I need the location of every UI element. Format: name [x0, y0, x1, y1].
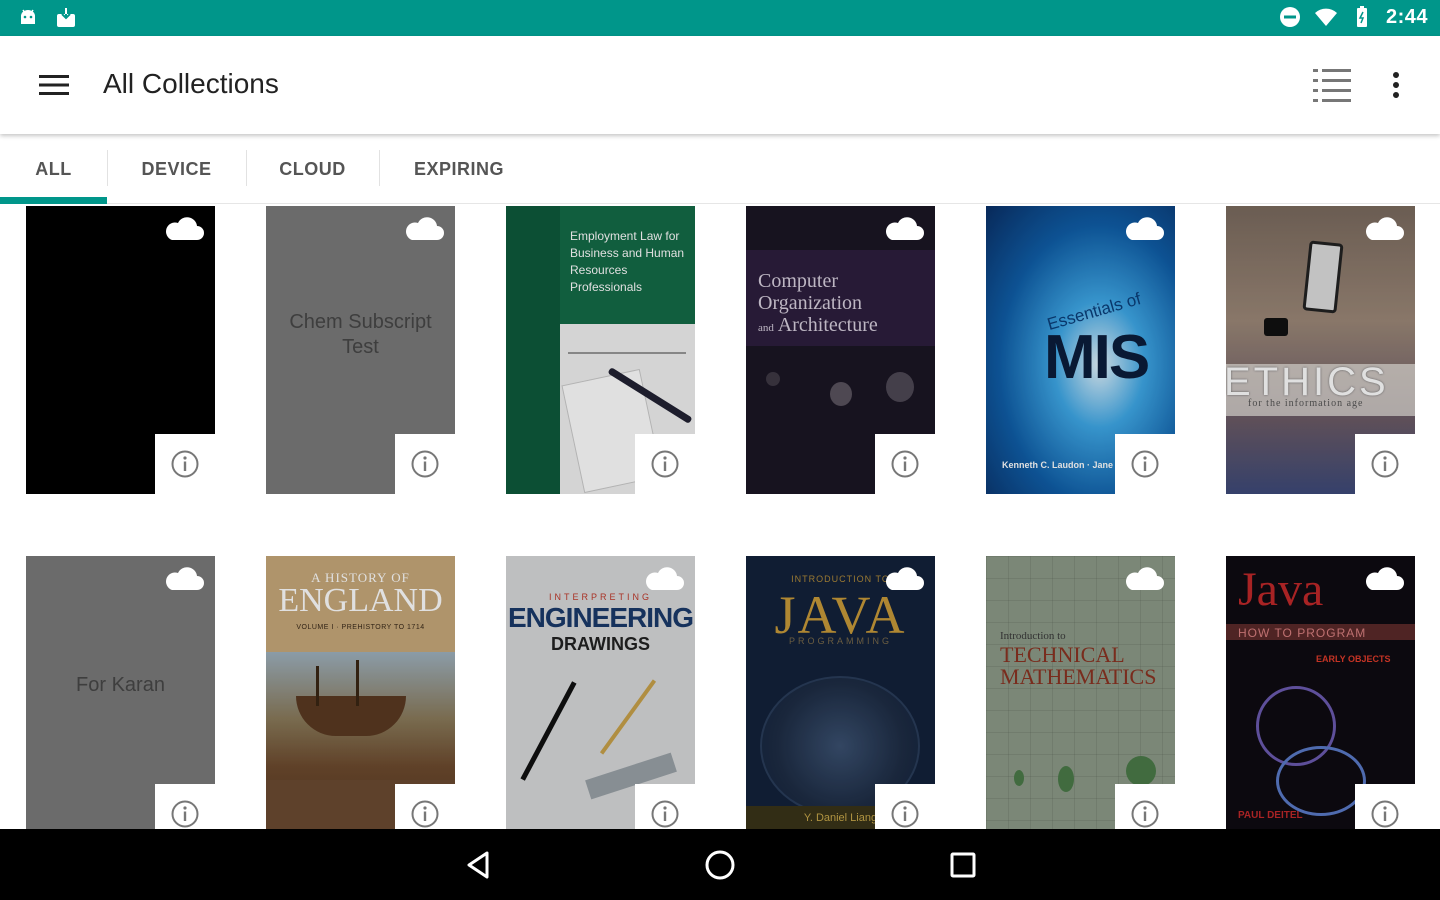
cover-edition: EARLY OBJECTS [1316, 654, 1391, 664]
cover-author: PAUL DEITEL [1238, 810, 1303, 821]
cover-subtitle: DRAWINGS [551, 634, 650, 654]
cloud-icon [1365, 567, 1404, 590]
book-info-button[interactable] [875, 784, 935, 829]
info-icon [411, 450, 439, 478]
status-time: 2:44 [1385, 5, 1428, 28]
book-info-button[interactable] [1355, 784, 1415, 829]
book-info-button[interactable] [1115, 784, 1175, 829]
book-card[interactable]: Introduction to TECHNICAL MATHEMATICS [986, 556, 1175, 829]
book-info-button[interactable] [875, 434, 935, 494]
cover-title-line: MATHEMATICS [1000, 664, 1157, 689]
info-icon [891, 450, 919, 478]
tab-device[interactable]: DEVICE [107, 134, 246, 204]
book-card[interactable] [26, 206, 215, 494]
book-card[interactable]: Chem Subscript Test [266, 206, 455, 494]
recents-icon [950, 852, 976, 878]
info-icon [1131, 800, 1159, 828]
info-icon [171, 450, 199, 478]
do-not-disturb-icon [1279, 7, 1300, 27]
info-icon [1371, 800, 1399, 828]
book-card[interactable]: ETHICS for the information age [1226, 206, 1415, 494]
book-card[interactable]: For Karan [26, 556, 215, 829]
book-info-button[interactable] [635, 784, 695, 829]
cover-title: ENGLAND [278, 582, 443, 619]
cover-title-line: Architecture [777, 314, 878, 336]
cloud-icon [1365, 217, 1404, 240]
info-icon [651, 450, 679, 478]
app-bar: All Collections [0, 36, 1440, 134]
cloud-icon [885, 567, 924, 590]
recents-button[interactable] [939, 841, 987, 889]
cloud-icon [1125, 567, 1164, 590]
book-card[interactable]: Computer Organization and Architecture [746, 206, 935, 494]
book-info-button[interactable] [395, 784, 455, 829]
info-icon [1371, 450, 1399, 478]
book-card[interactable]: A HISTORY OF ENGLAND VOLUME I · PREHISTO… [266, 556, 455, 829]
navigation-bar [0, 829, 1440, 900]
book-info-button[interactable] [395, 434, 455, 494]
book-card[interactable]: INTERPRETING ENGINEERING DRAWINGS [506, 556, 695, 829]
book-card[interactable]: Java HOW TO PROGRAM EARLY OBJECTS PAUL D… [1226, 556, 1415, 829]
cover-subtitle: for the information age [1248, 398, 1364, 409]
cover-subtitle: PROGRAMMING [788, 636, 892, 646]
android-icon [21, 9, 35, 24]
cloud-icon [1125, 217, 1164, 240]
book-info-button[interactable] [155, 434, 215, 494]
cloud-icon [405, 217, 444, 240]
book-card[interactable]: Employment Law for Business and Human Re… [506, 206, 695, 494]
info-icon [891, 800, 919, 828]
tab-all[interactable]: ALL [0, 134, 107, 204]
cloud-icon [165, 217, 204, 240]
cloud-icon [885, 217, 924, 240]
tab-cloud[interactable]: CLOUD [246, 134, 379, 204]
back-button[interactable] [454, 841, 502, 889]
cover-title-line: Resources Professionals [570, 263, 643, 294]
download-icon [57, 8, 75, 27]
cover-title-line: TECHNICAL [1000, 642, 1125, 667]
status-bar: 2:44 [0, 0, 1440, 36]
cover-title: MIS [1044, 323, 1150, 392]
page-title: All Collections [103, 68, 279, 99]
cover-title: ENGINEERING [507, 602, 694, 633]
book-grid: Chem Subscript Test Employment Law for B… [0, 204, 1440, 829]
book-card[interactable]: INTRODUCTION TO JAVA PROGRAMMING Y. Dani… [746, 556, 935, 829]
overflow-menu-button[interactable] [1376, 62, 1416, 108]
cover-subtitle: VOLUME I · PREHISTORY TO 1714 [296, 624, 425, 631]
cover-subtitle: Introduction to [1000, 630, 1066, 642]
cloud-icon [165, 567, 204, 590]
info-icon [1131, 450, 1159, 478]
home-icon [705, 850, 735, 880]
cover-title-line: Business and Human [570, 246, 685, 260]
home-button[interactable] [696, 841, 744, 889]
book-info-button[interactable] [1355, 434, 1415, 494]
book-info-button[interactable] [155, 784, 215, 829]
cover-title-line: Computer [758, 270, 838, 292]
book-info-button[interactable] [635, 434, 695, 494]
menu-icon [39, 75, 69, 95]
list-view-icon [1313, 69, 1351, 102]
cover-authors: Kenneth C. Laudon · Jane P. [1002, 460, 1123, 470]
cover-title-line: Organization [758, 292, 863, 314]
info-icon [411, 800, 439, 828]
collection-tabs: ALL DEVICE CLOUD EXPIRING [0, 134, 1440, 204]
cover-title-line: and [758, 322, 774, 334]
cloud-icon [645, 567, 684, 590]
book-card[interactable]: Essentials of MIS Kenneth C. Laudon · Ja… [986, 206, 1175, 494]
wifi-icon [1314, 8, 1337, 26]
book-info-button[interactable] [1115, 434, 1175, 494]
cover-subtitle: HOW TO PROGRAM [1238, 626, 1367, 640]
cover-subtitle: INTERPRETING [548, 592, 652, 602]
info-icon [171, 800, 199, 828]
cover-title-line: Employment Law for [570, 229, 680, 243]
back-icon [467, 851, 489, 879]
active-tab-indicator [0, 197, 107, 204]
cover-title: Java [1238, 563, 1324, 616]
menu-button[interactable] [30, 63, 78, 107]
more-vert-icon [1393, 72, 1399, 98]
tab-expiring[interactable]: EXPIRING [379, 134, 539, 204]
battery-icon [1356, 6, 1367, 27]
list-view-button[interactable] [1308, 62, 1356, 108]
info-icon [651, 800, 679, 828]
